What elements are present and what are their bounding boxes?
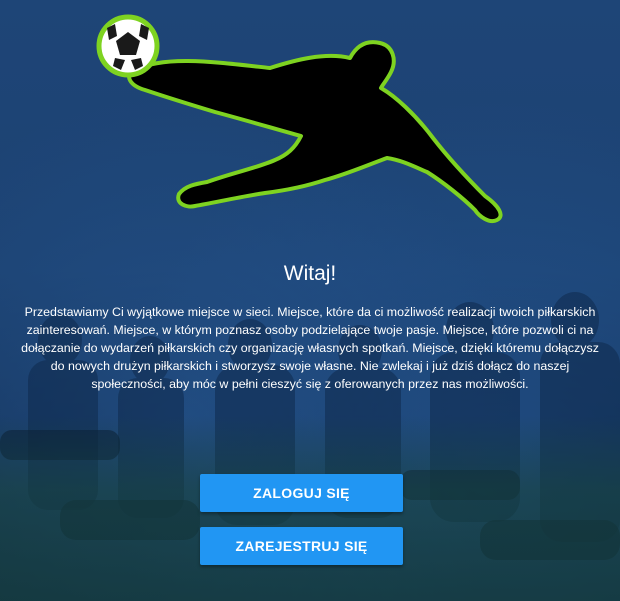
soccer-ball-icon	[96, 14, 160, 78]
register-button[interactable]: ZAREJESTRUJ SIĘ	[200, 527, 403, 565]
soccer-player-kick-icon	[96, 14, 503, 223]
login-button[interactable]: ZALOGUJ SIĘ	[200, 474, 403, 512]
welcome-title: Witaj!	[283, 262, 337, 285]
welcome-description: Przedstawiamy Ci wyjątkowe miejsce w sie…	[21, 305, 599, 391]
